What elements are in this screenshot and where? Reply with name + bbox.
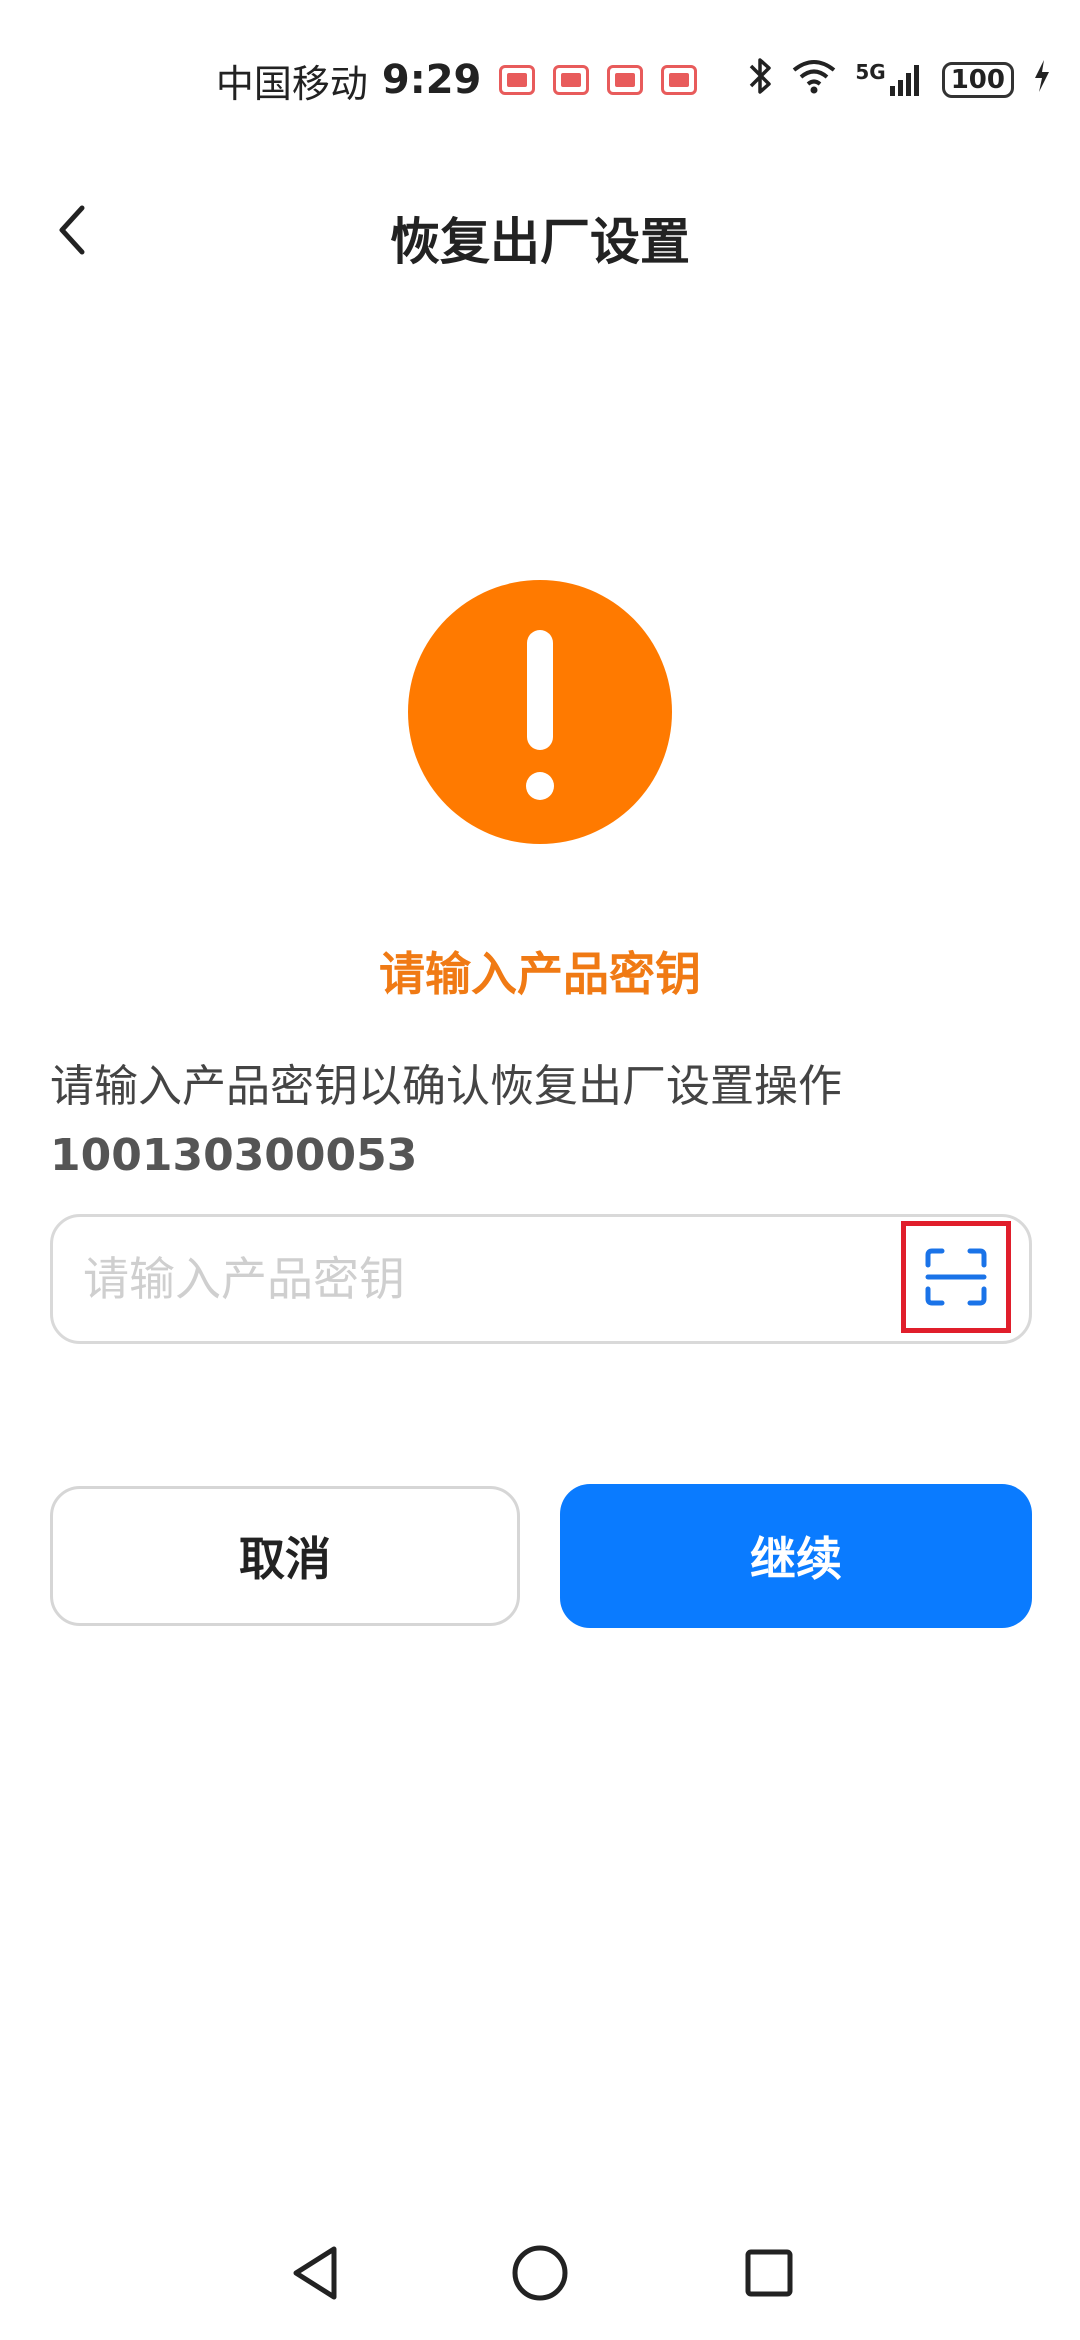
page-title: 恢复出厂设置	[390, 213, 690, 271]
nav-back-button[interactable]	[280, 2238, 350, 2308]
carrier-name: 中国移动	[215, 61, 368, 106]
nav-home-button[interactable]	[505, 2238, 575, 2308]
network-type: 5G	[855, 60, 886, 84]
nav-recent-button[interactable]	[734, 2238, 804, 2308]
status-left: 中国移动 9:29	[216, 53, 698, 108]
notification-book-icon	[607, 65, 644, 95]
scan-icon	[925, 1248, 987, 1306]
battery-level: 100	[950, 65, 1005, 95]
continue-button[interactable]: 继续	[560, 1484, 1032, 1628]
battery-icon: 100	[941, 62, 1014, 98]
wifi-icon	[791, 58, 837, 103]
signal-icon: 5G	[855, 62, 923, 98]
warning-title: 请输入产品密钥	[379, 947, 701, 1001]
product-id: 100130300053	[50, 1130, 418, 1181]
exclamation-circle-icon	[408, 580, 672, 844]
notification-book-icon	[661, 65, 698, 95]
status-right: 5G 100	[747, 56, 1052, 105]
navigation-bar	[0, 2230, 1080, 2330]
square-recent-icon	[745, 2249, 793, 2297]
bluetooth-icon	[747, 56, 773, 105]
scan-button[interactable]	[901, 1221, 1011, 1333]
screen: 中国移动 9:29 5G 100 恢复出厂设置 请输入产品密钥 请输入产品密钥以…	[0, 0, 1080, 2340]
notification-book-icon	[499, 65, 536, 95]
charging-icon	[1032, 58, 1052, 103]
triangle-back-icon	[293, 2246, 337, 2300]
product-key-field	[50, 1214, 1032, 1344]
cancel-button[interactable]: 取消	[50, 1486, 520, 1626]
description-text: 请输入产品密钥以确认恢复出厂设置操作	[50, 1061, 842, 1112]
notification-book-icon	[553, 65, 590, 95]
status-time: 9:29	[381, 57, 482, 103]
circle-home-icon	[512, 2245, 568, 2301]
product-key-input[interactable]	[81, 1251, 905, 1307]
header: 恢复出厂设置	[0, 180, 1080, 280]
status-bar: 中国移动 9:29 5G 100	[0, 0, 1080, 160]
